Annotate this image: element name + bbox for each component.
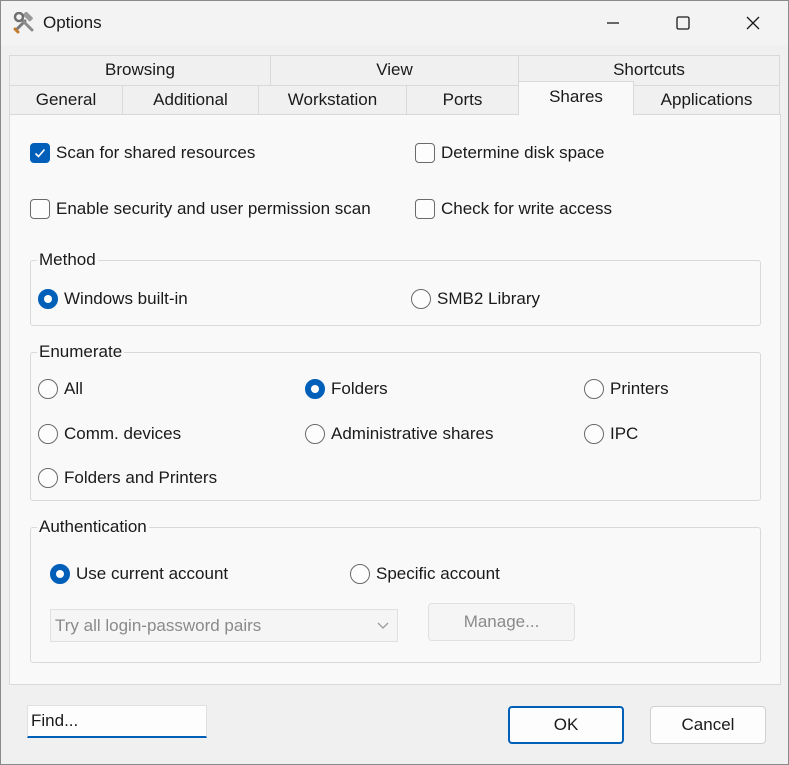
radio-all[interactable]: All <box>38 379 83 399</box>
login-pairs-combobox[interactable]: Try all login-password pairs <box>50 609 398 642</box>
checkmark-icon <box>34 148 46 158</box>
disk-space-checkbox[interactable]: Determine disk space <box>415 143 604 163</box>
current-account-label: Use current account <box>76 564 229 583</box>
security-scan-checkbox[interactable]: Enable security and user permission scan <box>30 199 371 219</box>
radio-folders[interactable]: Folders <box>305 379 388 399</box>
chevron-down-icon <box>377 622 389 629</box>
maximize-icon <box>676 16 690 30</box>
tab-browsing[interactable]: Browsing <box>9 55 271 85</box>
radio-unselected <box>411 289 431 309</box>
minimize-icon <box>607 22 619 24</box>
shares-panel: Scan for shared resources Determine disk… <box>9 114 781 685</box>
radio-unselected <box>584 379 604 399</box>
ipc-label: IPC <box>610 424 639 443</box>
write-access-checkbox[interactable]: Check for write access <box>415 199 612 219</box>
radio-printers[interactable]: Printers <box>584 379 669 399</box>
radio-unselected <box>584 424 604 444</box>
radio-unselected <box>38 379 58 399</box>
radio-smb2[interactable]: SMB2 Library <box>411 289 540 309</box>
method-legend: Method <box>37 250 98 270</box>
checkbox-unchecked <box>415 199 435 219</box>
radio-ipc[interactable]: IPC <box>584 424 638 444</box>
radio-selected <box>305 379 325 399</box>
printers-label: Printers <box>610 379 669 398</box>
radio-unselected <box>350 564 370 584</box>
write-access-label: Check for write access <box>441 199 612 218</box>
close-icon <box>746 16 760 30</box>
authentication-group <box>30 527 761 663</box>
checkbox-checked <box>30 143 50 163</box>
windows-builtin-label: Windows built-in <box>64 289 188 308</box>
scan-shared-checkbox[interactable]: Scan for shared resources <box>30 143 255 163</box>
title-bar[interactable]: Options <box>1 1 788 45</box>
smb2-label: SMB2 Library <box>437 289 540 308</box>
specific-account-label: Specific account <box>376 564 500 583</box>
manage-button[interactable]: Manage... <box>428 603 575 641</box>
radio-comm-devices[interactable]: Comm. devices <box>38 424 181 444</box>
find-input[interactable]: Find... <box>27 705 207 738</box>
close-button[interactable] <box>718 1 788 45</box>
cancel-button[interactable]: Cancel <box>650 706 766 744</box>
maximize-button[interactable] <box>648 1 718 45</box>
minimize-button[interactable] <box>578 1 648 45</box>
tab-additional[interactable]: Additional <box>122 85 259 115</box>
tab-applications[interactable]: Applications <box>633 85 780 115</box>
radio-windows-builtin[interactable]: Windows built-in <box>38 289 188 309</box>
checkbox-unchecked <box>415 143 435 163</box>
folders-label: Folders <box>331 379 388 398</box>
ok-button[interactable]: OK <box>508 706 624 744</box>
admin-shares-label: Administrative shares <box>331 424 494 443</box>
authentication-legend: Authentication <box>37 517 149 537</box>
security-scan-label: Enable security and user permission scan <box>56 199 371 218</box>
radio-unselected <box>305 424 325 444</box>
tab-workstation[interactable]: Workstation <box>258 85 407 115</box>
folders-printers-label: Folders and Printers <box>64 468 218 487</box>
window-title: Options <box>43 13 102 32</box>
radio-admin-shares[interactable]: Administrative shares <box>305 424 494 444</box>
enumerate-legend: Enumerate <box>37 342 125 362</box>
radio-unselected <box>38 468 58 488</box>
radio-folders-printers[interactable]: Folders and Printers <box>38 468 217 488</box>
radio-current-account[interactable]: Use current account <box>50 564 228 584</box>
tools-icon <box>13 12 34 34</box>
disk-space-label: Determine disk space <box>441 143 605 162</box>
tab-ports[interactable]: Ports <box>406 85 519 115</box>
radio-selected <box>50 564 70 584</box>
checkbox-unchecked <box>30 199 50 219</box>
scan-shared-label: Scan for shared resources <box>56 143 256 162</box>
tab-shares[interactable]: Shares <box>518 81 634 115</box>
tab-view[interactable]: View <box>270 55 519 85</box>
comm-devices-label: Comm. devices <box>64 424 182 443</box>
combo-value: Try all login-password pairs <box>55 616 262 635</box>
radio-specific-account[interactable]: Specific account <box>350 564 500 584</box>
all-label: All <box>64 379 83 398</box>
options-window: Options Browsing View Shortcuts General … <box>0 0 789 765</box>
radio-selected <box>38 289 58 309</box>
radio-unselected <box>38 424 58 444</box>
tab-general[interactable]: General <box>9 85 123 115</box>
